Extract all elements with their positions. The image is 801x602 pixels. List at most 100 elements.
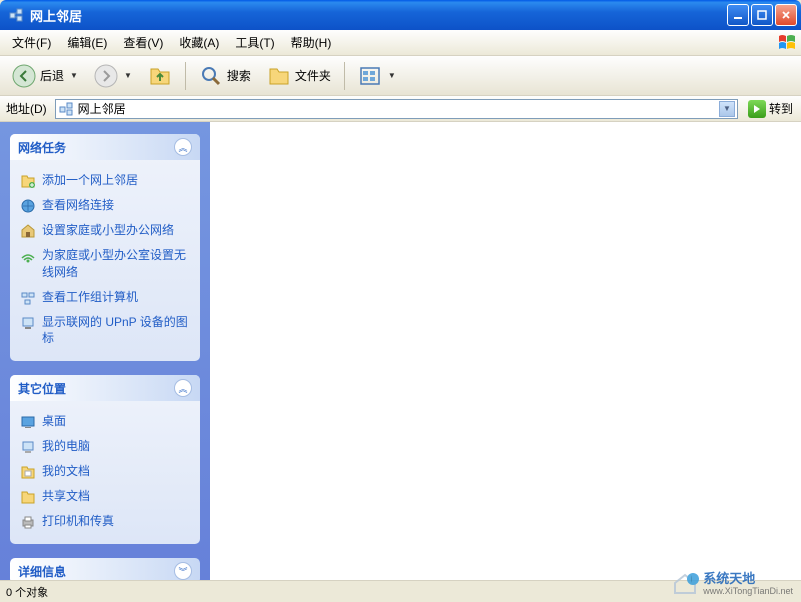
desktop-icon: [20, 414, 36, 430]
forward-icon: [94, 64, 118, 88]
toolbar-separator: [185, 62, 186, 90]
go-button[interactable]: 转到: [744, 98, 797, 120]
computer-icon: [20, 439, 36, 455]
maximize-button[interactable]: [751, 4, 773, 26]
address-label: 地址(D): [4, 100, 49, 117]
place-my-documents[interactable]: 我的文档: [20, 459, 190, 484]
place-shared-documents[interactable]: 共享文档: [20, 484, 190, 509]
place-label: 我的电脑: [42, 438, 90, 455]
task-label: 查看网络连接: [42, 197, 114, 214]
minimize-button[interactable]: [727, 4, 749, 26]
upnp-icon: [20, 315, 36, 331]
task-add-network-place[interactable]: 添加一个网上邻居: [20, 168, 190, 193]
window-controls: [727, 4, 797, 26]
menu-view[interactable]: 查看(V): [115, 31, 171, 54]
details-panel: 详细信息 ︾: [10, 558, 200, 580]
place-label: 共享文档: [42, 488, 90, 505]
other-places-header[interactable]: 其它位置 ︽: [10, 375, 200, 401]
window-title: 网上邻居: [28, 6, 727, 25]
watermark-cn: 系统天地: [703, 572, 793, 586]
folders-button[interactable]: 文件夹: [261, 60, 337, 92]
search-label: 搜索: [227, 67, 251, 84]
back-icon: [12, 64, 36, 88]
status-bar: 0 个对象 系统天地 www.XiTongTianDi.net: [0, 580, 801, 602]
task-label: 查看工作组计算机: [42, 289, 138, 306]
forward-button[interactable]: ▼: [88, 60, 138, 92]
close-button[interactable]: [775, 4, 797, 26]
go-icon: [748, 100, 766, 118]
views-icon: [358, 64, 382, 88]
back-dropdown-icon[interactable]: ▼: [70, 71, 78, 80]
folders-label: 文件夹: [295, 67, 331, 84]
windows-logo-icon: [777, 33, 797, 53]
go-label: 转到: [769, 100, 793, 117]
folders-icon: [267, 64, 291, 88]
shared-folder-icon: [20, 489, 36, 505]
collapse-icon[interactable]: ︽: [174, 379, 192, 397]
task-label: 设置家庭或小型办公网络: [42, 222, 174, 239]
address-dropdown-icon[interactable]: ▼: [719, 101, 735, 117]
status-text: 0 个对象: [6, 584, 48, 600]
workgroup-icon: [20, 290, 36, 306]
sidebar: 网络任务 ︽ 添加一个网上邻居 查看网络连接 设置家庭或小型办公网络: [0, 122, 210, 580]
folder-add-icon: [20, 173, 36, 189]
other-places-body: 桌面 我的电脑 我的文档 共享文档 打印机和传真: [10, 401, 200, 544]
menu-file[interactable]: 文件(F): [4, 31, 59, 54]
address-value: 网上邻居: [78, 100, 715, 117]
place-desktop[interactable]: 桌面: [20, 409, 190, 434]
task-label: 为家庭或小型办公室设置无线网络: [42, 247, 190, 281]
content-area: 网络任务 ︽ 添加一个网上邻居 查看网络连接 设置家庭或小型办公网络: [0, 122, 801, 580]
up-button[interactable]: [142, 60, 178, 92]
toolbar: 后退 ▼ ▼ 搜索 文件夹 ▼: [0, 56, 801, 96]
watermark: 系统天地 www.XiTongTianDi.net: [671, 569, 793, 600]
printer-icon: [20, 514, 36, 530]
network-tasks-body: 添加一个网上邻居 查看网络连接 设置家庭或小型办公网络 为家庭或小型办公室设置无…: [10, 160, 200, 361]
up-folder-icon: [148, 64, 172, 88]
place-my-computer[interactable]: 我的电脑: [20, 434, 190, 459]
task-show-upnp[interactable]: 显示联网的 UPnP 设备的图标: [20, 310, 190, 352]
expand-icon[interactable]: ︾: [174, 562, 192, 580]
toolbar-separator: [344, 62, 345, 90]
address-field[interactable]: 网上邻居 ▼: [55, 99, 738, 119]
menu-edit[interactable]: 编辑(E): [59, 31, 115, 54]
task-view-connections[interactable]: 查看网络连接: [20, 193, 190, 218]
menu-tools[interactable]: 工具(T): [227, 31, 282, 54]
views-dropdown-icon[interactable]: ▼: [388, 71, 396, 80]
collapse-icon[interactable]: ︽: [174, 138, 192, 156]
details-title: 详细信息: [18, 563, 66, 580]
network-tasks-header[interactable]: 网络任务 ︽: [10, 134, 200, 160]
other-places-panel: 其它位置 ︽ 桌面 我的电脑 我的文档 共享文档: [10, 375, 200, 544]
task-view-workgroup[interactable]: 查看工作组计算机: [20, 285, 190, 310]
menu-favorites[interactable]: 收藏(A): [171, 31, 227, 54]
wireless-icon: [20, 248, 36, 264]
menu-bar: 文件(F) 编辑(E) 查看(V) 收藏(A) 工具(T) 帮助(H): [0, 30, 801, 56]
documents-icon: [20, 464, 36, 480]
task-label: 显示联网的 UPnP 设备的图标: [42, 314, 190, 348]
details-header[interactable]: 详细信息 ︾: [10, 558, 200, 580]
place-printers[interactable]: 打印机和传真: [20, 509, 190, 534]
search-icon: [199, 64, 223, 88]
task-setup-wireless[interactable]: 为家庭或小型办公室设置无线网络: [20, 243, 190, 285]
back-label: 后退: [40, 67, 64, 84]
watermark-en: www.XiTongTianDi.net: [703, 587, 793, 597]
house-network-icon: [20, 223, 36, 239]
network-icon: [20, 198, 36, 214]
views-button[interactable]: ▼: [352, 60, 402, 92]
other-places-title: 其它位置: [18, 380, 66, 397]
place-label: 打印机和传真: [42, 513, 114, 530]
search-button[interactable]: 搜索: [193, 60, 257, 92]
forward-dropdown-icon[interactable]: ▼: [124, 71, 132, 80]
address-bar: 地址(D) 网上邻居 ▼ 转到: [0, 96, 801, 122]
place-label: 我的文档: [42, 463, 90, 480]
title-bar: 网上邻居: [0, 0, 801, 30]
address-icon: [58, 101, 74, 117]
app-icon: [8, 7, 24, 23]
menu-help[interactable]: 帮助(H): [283, 31, 340, 54]
back-button[interactable]: 后退 ▼: [6, 60, 84, 92]
network-tasks-panel: 网络任务 ︽ 添加一个网上邻居 查看网络连接 设置家庭或小型办公网络: [10, 134, 200, 361]
watermark-logo-icon: [671, 569, 699, 600]
main-content[interactable]: [210, 122, 801, 580]
task-setup-home-network[interactable]: 设置家庭或小型办公网络: [20, 218, 190, 243]
watermark-text: 系统天地 www.XiTongTianDi.net: [703, 572, 793, 596]
task-label: 添加一个网上邻居: [42, 172, 138, 189]
